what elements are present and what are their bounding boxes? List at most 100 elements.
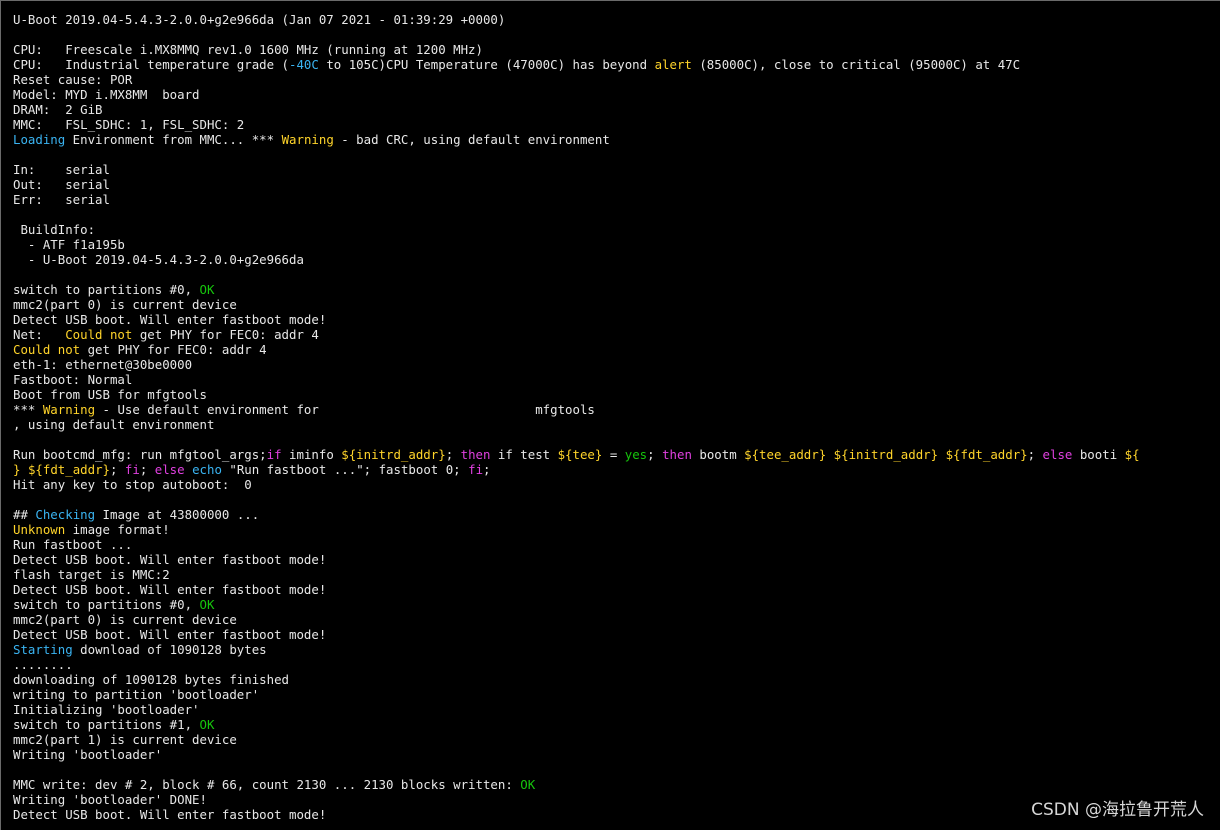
terminal-text-segment: Detect USB boot. Will enter fastboot mod… xyxy=(13,627,327,642)
terminal-line: Writing 'bootloader' xyxy=(13,747,1220,762)
terminal-line: In: serial xyxy=(13,162,1220,177)
terminal-text-segment: ${fdt_addr} xyxy=(27,462,110,477)
terminal-line: CPU: Freescale i.MX8MMQ rev1.0 1600 MHz … xyxy=(13,42,1220,57)
terminal-line: flash target is MMC:2 xyxy=(13,567,1220,582)
terminal-text-segment: then xyxy=(662,447,692,462)
terminal-line: Fastboot: Normal xyxy=(13,372,1220,387)
terminal-text-segment: ; xyxy=(110,462,125,477)
terminal-line: CPU: Industrial temperature grade (-40C … xyxy=(13,57,1220,72)
terminal-output: U-Boot 2019.04-5.4.3-2.0.0+g2e966da (Jan… xyxy=(13,12,1220,822)
terminal-text-segment: ${fdt_addr} xyxy=(945,447,1028,462)
terminal-text-segment: mmc2(part 0) is current device xyxy=(13,612,237,627)
terminal-text-segment: ; xyxy=(483,462,491,477)
terminal-text-segment: -40C xyxy=(289,57,319,72)
terminal-text-segment: Run fastboot ... xyxy=(13,537,133,552)
terminal-line: - U-Boot 2019.04-5.4.3-2.0.0+g2e966da xyxy=(13,252,1220,267)
terminal-line: Run bootcmd_mfg: run mfgtool_args;if imi… xyxy=(13,447,1220,462)
terminal-text-segment: Writing 'bootloader' xyxy=(13,747,163,762)
terminal-line: } ${fdt_addr}; fi; else echo "Run fastbo… xyxy=(13,462,1220,477)
terminal-text-segment: ; xyxy=(445,447,461,462)
terminal-text-segment: Warning xyxy=(42,402,96,417)
terminal-line: switch to partitions #1, OK xyxy=(13,717,1220,732)
terminal-text-segment: Warning xyxy=(281,132,334,147)
terminal-line: BuildInfo: xyxy=(13,222,1220,237)
terminal-text-segment: image format! xyxy=(65,522,170,537)
terminal-text-segment: booti xyxy=(1072,447,1125,462)
terminal-text-segment: else xyxy=(154,462,185,477)
terminal-line: Boot from USB for mfgtools xyxy=(13,387,1220,402)
terminal-text-segment: if xyxy=(266,447,282,462)
terminal-line: Unknown image format! xyxy=(13,522,1220,537)
terminal-text-segment: switch to partitions #0, xyxy=(13,282,200,297)
csdn-watermark: CSDN @海拉鲁开荒人 xyxy=(1031,800,1204,820)
terminal-text-segment: ........ xyxy=(13,657,73,672)
terminal-line: downloading of 1090128 bytes finished xyxy=(13,672,1220,687)
terminal-text-segment: switch to partitions #0, xyxy=(13,597,200,612)
terminal-text-segment: Out: serial xyxy=(13,177,110,192)
terminal-line: Loading Environment from MMC... *** Warn… xyxy=(13,132,1220,147)
terminal-text-segment: Image at 43800000 ... xyxy=(95,507,260,522)
terminal-text-segment: *** xyxy=(13,402,43,417)
terminal-text-segment: = xyxy=(602,447,625,462)
terminal-text-segment: Could not xyxy=(13,342,81,357)
terminal-text-segment: else xyxy=(1042,447,1073,462)
terminal-text-segment: mmc2(part 0) is current device xyxy=(13,297,237,312)
terminal-text-segment: ; xyxy=(1027,447,1043,462)
terminal-text-segment: fi xyxy=(468,462,484,477)
terminal-text-segment: ${tee_addr} xyxy=(744,447,827,462)
terminal-text-segment: downloading of 1090128 bytes finished xyxy=(13,672,290,687)
terminal-line: switch to partitions #0, OK xyxy=(13,282,1220,297)
terminal-text-segment: Fastboot: Normal xyxy=(13,372,133,387)
terminal-text-segment: Environment from MMC... *** xyxy=(65,132,282,147)
terminal-text-segment: Boot from USB for mfgtools xyxy=(13,387,207,402)
terminal-line: MMC write: dev # 2, block # 66, count 21… xyxy=(13,777,1220,792)
terminal-line: Net: Could not get PHY for FEC0: addr 4 xyxy=(13,327,1220,342)
terminal-text-segment: then xyxy=(460,447,491,462)
terminal-window[interactable]: U-Boot 2019.04-5.4.3-2.0.0+g2e966da (Jan… xyxy=(0,0,1220,830)
terminal-line: ........ xyxy=(13,657,1220,672)
terminal-text-segment: download of 1090128 bytes xyxy=(72,642,267,657)
terminal-text-segment: OK xyxy=(520,777,536,792)
terminal-line: MMC: FSL_SDHC: 1, FSL_SDHC: 2 xyxy=(13,117,1220,132)
terminal-text-segment: - Use default environment for mfgtools xyxy=(95,402,595,417)
terminal-line: - ATF f1a195b xyxy=(13,237,1220,252)
terminal-text-segment: Model: MYD i.MX8MM board xyxy=(13,87,200,102)
terminal-line: ## Checking Image at 43800000 ... xyxy=(13,507,1220,522)
terminal-text-segment: eth-1: ethernet@30be0000 xyxy=(13,357,193,372)
terminal-text-segment: Net: xyxy=(13,327,66,342)
terminal-text-segment: Hit any key to stop autoboot: 0 xyxy=(13,477,252,492)
terminal-line: Reset cause: POR xyxy=(13,72,1220,87)
terminal-text-segment: Detect USB boot. Will enter fastboot mod… xyxy=(13,312,327,327)
terminal-text-segment: DRAM: 2 GiB xyxy=(13,102,103,117)
terminal-text-segment: - bad CRC, using default environment xyxy=(333,132,610,147)
terminal-text-segment: Reset cause: POR xyxy=(13,72,133,87)
terminal-text-segment: , using default environment xyxy=(13,417,215,432)
terminal-line: Starting download of 1090128 bytes xyxy=(13,642,1220,657)
terminal-text-segment: ## xyxy=(13,507,36,522)
terminal-text-segment: if test xyxy=(490,447,558,462)
terminal-text-segment: iminfo xyxy=(281,447,342,462)
terminal-line: Hit any key to stop autoboot: 0 xyxy=(13,477,1220,492)
terminal-line: , using default environment xyxy=(13,417,1220,432)
terminal-text-segment: fi xyxy=(124,462,140,477)
terminal-text-segment: get PHY for FEC0: addr 4 xyxy=(132,327,319,342)
terminal-text-segment: (85000C), close to critical (95000C) at … xyxy=(691,57,1021,72)
terminal-text-segment: writing to partition 'bootloader' xyxy=(13,687,260,702)
terminal-text-segment: Run bootcmd_mfg: run mfgtool_args; xyxy=(13,447,267,462)
terminal-text-segment: yes xyxy=(624,447,648,462)
terminal-line: Run fastboot ... xyxy=(13,537,1220,552)
terminal-text-segment: ${tee} xyxy=(557,447,603,462)
terminal-text-segment: bootm xyxy=(691,447,745,462)
terminal-text-segment: ${initrd_addr} xyxy=(341,447,446,462)
terminal-line: mmc2(part 1) is current device xyxy=(13,732,1220,747)
terminal-line: writing to partition 'bootloader' xyxy=(13,687,1220,702)
